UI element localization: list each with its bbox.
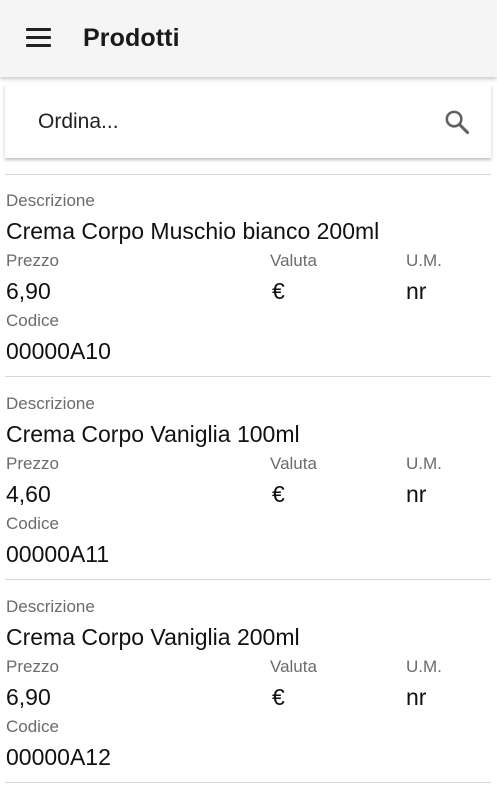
code-label: Codice: [6, 717, 59, 736]
code-label: Codice: [6, 514, 59, 533]
app-bar: Prodotti: [0, 0, 497, 77]
search-bar: [5, 84, 491, 158]
product-currency: €: [272, 481, 285, 507]
product-code: 00000A12: [6, 744, 111, 770]
hamburger-menu-icon: [26, 28, 51, 31]
product-unit: nr: [406, 278, 427, 304]
price-label: Prezzo: [6, 657, 59, 676]
product-description: Crema Corpo Vaniglia 100ml: [6, 421, 300, 447]
price-label: Prezzo: [6, 454, 59, 473]
search-icon[interactable]: [443, 108, 471, 136]
product-unit: nr: [406, 481, 427, 507]
menu-button[interactable]: [14, 16, 62, 60]
product-description: Crema Corpo Muschio bianco 200ml: [6, 218, 380, 244]
list-item[interactable]: Descrizione Crema Corpo Vaniglia 200ml P…: [5, 580, 491, 783]
description-label: Descrizione: [6, 191, 95, 210]
description-label: Descrizione: [6, 394, 95, 413]
product-currency: €: [272, 684, 285, 710]
list-item[interactable]: Descrizione Crema Corpo Muschio bianco 2…: [5, 174, 491, 377]
search-input[interactable]: [38, 108, 418, 136]
product-currency: €: [272, 278, 285, 304]
page-title: Prodotti: [83, 24, 180, 52]
product-price: 4,60: [6, 481, 51, 507]
currency-label: Valuta: [270, 657, 317, 676]
currency-label: Valuta: [270, 251, 317, 270]
description-label: Descrizione: [6, 597, 95, 616]
unit-label: U.M.: [406, 251, 442, 270]
hamburger-menu-icon-line: [26, 44, 51, 47]
unit-label: U.M.: [406, 454, 442, 473]
list-item[interactable]: Descrizione Crema Corpo Vaniglia 100ml P…: [5, 377, 491, 580]
product-price: 6,90: [6, 278, 51, 304]
product-price: 6,90: [6, 684, 51, 710]
product-code: 00000A10: [6, 338, 111, 364]
price-label: Prezzo: [6, 251, 59, 270]
hamburger-menu-icon-line: [26, 36, 51, 39]
product-description: Crema Corpo Vaniglia 200ml: [6, 624, 300, 650]
unit-label: U.M.: [406, 657, 442, 676]
product-code: 00000A11: [6, 541, 110, 567]
code-label: Codice: [6, 311, 59, 330]
product-unit: nr: [406, 684, 427, 710]
product-list: Descrizione Crema Corpo Muschio bianco 2…: [0, 174, 497, 783]
currency-label: Valuta: [270, 454, 317, 473]
